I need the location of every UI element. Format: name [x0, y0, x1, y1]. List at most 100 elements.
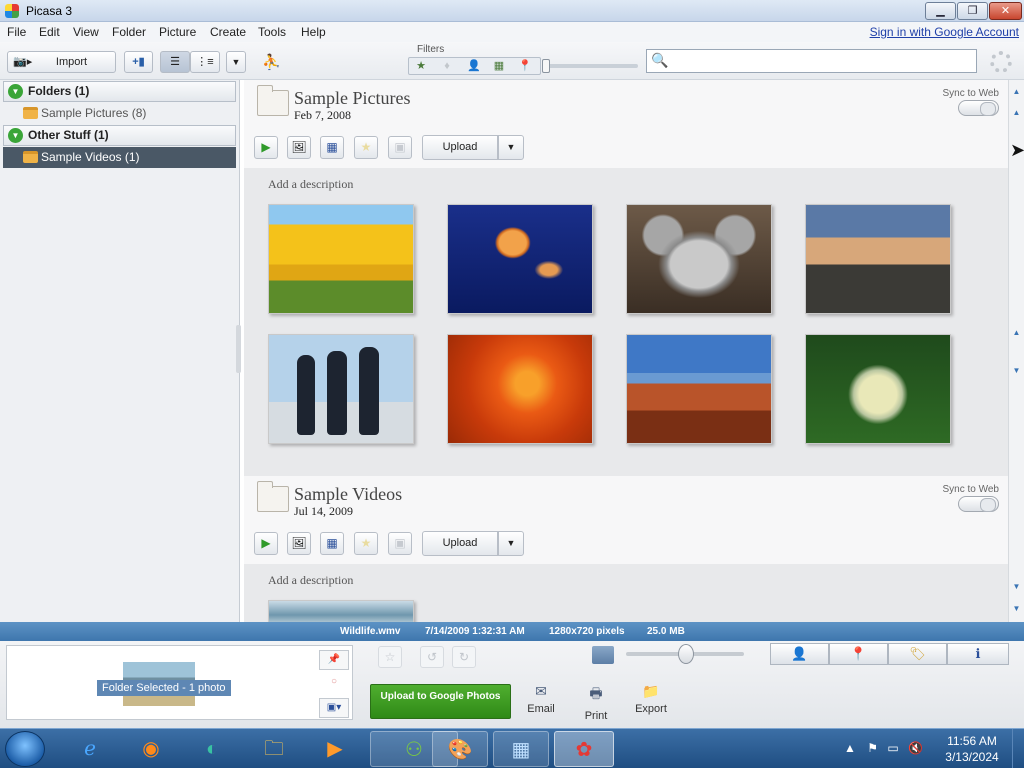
tags-panel-button[interactable]: 🏷 [888, 643, 947, 665]
section-folders[interactable]: ▼ Folders (1) [3, 81, 236, 102]
menu-folder[interactable]: Folder [112, 25, 146, 39]
properties-panel-button[interactable]: ℹ [947, 643, 1009, 665]
star-filter-icon[interactable]: ★ [411, 59, 431, 73]
people-filter-icon[interactable]: 👤 [464, 59, 484, 73]
collage-button[interactable]: 🖼 [287, 136, 311, 159]
upload-button[interactable]: Upload [422, 135, 498, 160]
list-view-button[interactable]: ☰ [160, 51, 190, 73]
places-panel-button[interactable]: 📍 [829, 643, 888, 665]
menu-help[interactable]: Help [301, 25, 326, 39]
upload-button[interactable]: Upload [422, 531, 498, 556]
print-button[interactable]: 🖶 Print [571, 683, 621, 722]
play-slideshow-button[interactable]: ▶ [254, 136, 278, 159]
album-title[interactable]: Sample Pictures [294, 88, 410, 109]
vertical-scrollbar[interactable]: ▲ ▲ ▲ ▼ ▼ ▼ [1008, 80, 1024, 622]
rotate-right-button[interactable]: ↻ [452, 646, 476, 668]
menu-create[interactable]: Create [210, 25, 246, 39]
show-desktop-button[interactable] [1012, 729, 1024, 768]
video-filter-icon[interactable]: ▦ [489, 59, 509, 73]
flag-icon[interactable]: ⚑ [867, 741, 878, 755]
collage-button[interactable]: 🖼 [287, 532, 311, 555]
search-box[interactable]: 🔍 [646, 49, 977, 73]
save-button[interactable]: ▣ [388, 532, 412, 555]
scroll-down-arrow-icon[interactable]: ▼ [1011, 582, 1022, 593]
tree-view-button[interactable]: ⋮≡ [190, 51, 220, 73]
maximize-button[interactable]: ❐ [957, 2, 988, 20]
star-photo-button[interactable]: ☆ [378, 646, 402, 668]
photo-thumbnail-jellyfish[interactable] [447, 204, 593, 314]
photo-thumbnail-hydrangeas[interactable] [805, 334, 951, 444]
import-button[interactable]: 📷▸ Import [7, 51, 116, 73]
sidebar-item-sample-pictures[interactable]: Sample Pictures (8) [3, 103, 236, 124]
collapse-icon[interactable]: ▼ [8, 84, 23, 99]
close-button[interactable]: ✕ [989, 2, 1022, 20]
collapse-icon[interactable]: ▼ [8, 128, 23, 143]
video-thumbnail-wildlife[interactable] [268, 600, 414, 622]
internet-explorer-icon[interactable]: ℯ [62, 731, 118, 767]
menu-view[interactable]: View [73, 25, 99, 39]
save-button[interactable]: ▣ [388, 136, 412, 159]
sidebar-item-sample-videos[interactable]: Sample Videos (1) [3, 147, 236, 168]
geotag-filter-icon[interactable]: 📍 [515, 59, 535, 73]
photo-thumbnail-penguins[interactable] [268, 334, 414, 444]
sign-in-link[interactable]: Sign in with Google Account [870, 25, 1019, 39]
photo-thumbnail-desert[interactable] [626, 334, 772, 444]
export-button[interactable]: 📁 Export [626, 683, 676, 715]
upload-dropdown-button[interactable]: ▼ [498, 531, 524, 556]
clear-tray-icon[interactable]: ○ [319, 673, 349, 693]
album-description[interactable]: Add a description [268, 573, 353, 588]
photo-thumbnail-koala[interactable] [626, 204, 772, 314]
star-button[interactable]: ★ [354, 532, 378, 555]
movie-button[interactable]: ▦ [320, 532, 344, 555]
media-player-icon[interactable]: ▶ [307, 731, 363, 767]
menu-file[interactable]: File [7, 25, 26, 39]
menu-picture[interactable]: Picture [159, 25, 196, 39]
email-button[interactable]: ✉ Email [516, 683, 566, 715]
hold-pin-icon[interactable]: 📌 [319, 650, 349, 670]
scroll-up-arrow-icon[interactable]: ▲ [1011, 328, 1022, 339]
photo-thumbnail-lighthouse[interactable] [805, 204, 951, 314]
control-panel-icon[interactable]: ▦ [493, 731, 549, 767]
minimize-button[interactable]: ▁ [925, 2, 956, 20]
scroll-bottom-arrow-icon[interactable]: ▼ [1011, 604, 1022, 615]
upload-to-google-photos-button[interactable]: Upload to Google Photos [370, 684, 511, 719]
pane-splitter[interactable] [236, 325, 241, 373]
rotate-left-button[interactable]: ↺ [420, 646, 444, 668]
clock[interactable]: 11:56 AM 3/13/2024 [940, 733, 1004, 765]
sync-to-web-toggle[interactable] [958, 496, 999, 512]
start-button[interactable] [5, 731, 45, 767]
volume-muted-icon[interactable]: 🔇 [908, 741, 923, 755]
upload-dropdown-button[interactable]: ▼ [498, 135, 524, 160]
add-to-album-dropdown[interactable]: ▣▾ [319, 698, 349, 718]
file-explorer-icon[interactable]: 🗀 [246, 731, 302, 767]
people-panel-button[interactable]: 👤 [770, 643, 829, 665]
show-hidden-icons-icon[interactable]: ▲ [844, 741, 856, 755]
slider-knob[interactable] [542, 59, 550, 73]
photo-thumbnail-chrysanthemum[interactable] [447, 334, 593, 444]
play-slideshow-button[interactable]: ▶ [254, 532, 278, 555]
menu-bar: File Edit View Folder Picture Create Too… [0, 22, 1024, 42]
date-filter-slider[interactable] [542, 59, 638, 73]
star-button[interactable]: ★ [354, 136, 378, 159]
scroll-down-arrow-icon[interactable]: ▼ [1011, 366, 1022, 377]
sync-to-web-toggle[interactable] [958, 100, 999, 116]
picasa-taskbar-icon[interactable]: ✿ [554, 731, 614, 767]
edge-icon[interactable]: ◐ [184, 731, 240, 767]
album-description[interactable]: Add a description [268, 177, 353, 192]
thumbnail-size-knob[interactable] [678, 644, 694, 664]
section-other-stuff[interactable]: ▼ Other Stuff (1) [3, 125, 236, 146]
scroll-top-arrow-icon[interactable]: ▲ [1011, 87, 1022, 98]
add-to-album-button[interactable]: +▮ [124, 51, 153, 73]
scroll-up-arrow-icon[interactable]: ▲ [1011, 108, 1022, 119]
menu-edit[interactable]: Edit [39, 25, 60, 39]
movie-button[interactable]: ▦ [320, 136, 344, 159]
paint-icon[interactable]: 🎨 [432, 731, 488, 767]
upload-filter-icon[interactable]: ♦ [437, 59, 457, 73]
album-title[interactable]: Sample Videos [294, 484, 402, 505]
menu-tools[interactable]: Tools [258, 25, 286, 39]
photo-thumbnail-tulips[interactable] [268, 204, 414, 314]
view-dropdown-button[interactable]: ▼ [226, 51, 246, 73]
firefox-icon[interactable]: ◉ [123, 731, 179, 767]
search-icon: 🔍 [651, 52, 669, 68]
network-icon[interactable]: ▭ [887, 741, 898, 755]
